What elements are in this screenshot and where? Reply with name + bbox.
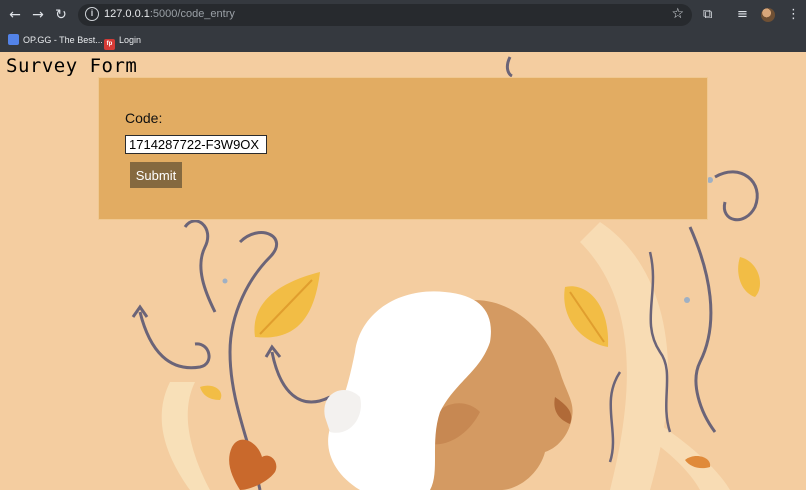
- bookmark-label: Login: [119, 35, 142, 45]
- media-queue-icon[interactable]: ≡: [737, 5, 748, 25]
- arrow-left-icon: ←: [9, 7, 21, 23]
- bookmarks-bar: OP.GG - The Best... fp Login: [0, 30, 806, 50]
- browser-chrome: ← → ↻ i 127.0.0.1:5000/code_entry ☆ ⧉ ≡ …: [0, 0, 806, 52]
- puzzle-icon[interactable]: ⧉: [703, 5, 712, 25]
- back-button[interactable]: ←: [5, 5, 25, 25]
- forward-button[interactable]: →: [28, 5, 48, 25]
- reload-button[interactable]: ↻: [51, 5, 71, 25]
- url-path: :5000/code_entry: [149, 8, 235, 20]
- address-bar[interactable]: i 127.0.0.1:5000/code_entry ☆: [78, 4, 692, 26]
- url-host: 127.0.0.1: [104, 8, 150, 20]
- code-entry-form: Code: Submit: [98, 77, 708, 220]
- page-viewport: Survey Form Code: Submit: [0, 52, 806, 490]
- code-input[interactable]: [125, 135, 267, 154]
- reload-icon: ↻: [55, 7, 67, 23]
- code-label: Code:: [125, 110, 163, 126]
- arrow-right-icon: →: [32, 7, 44, 23]
- page-title: Survey Form: [6, 55, 138, 77]
- opgg-favicon-icon: [8, 34, 19, 45]
- bookmark-label: OP.GG - The Best...: [23, 35, 103, 45]
- browser-toolbar: ← → ↻ i 127.0.0.1:5000/code_entry ☆ ⧉ ≡ …: [0, 0, 806, 30]
- kebab-menu-icon[interactable]: ⋮: [787, 5, 800, 25]
- bookmark-login[interactable]: fp Login: [104, 33, 142, 50]
- avatar[interactable]: [761, 8, 775, 22]
- bookmark-opgg[interactable]: OP.GG - The Best...: [8, 33, 103, 47]
- star-icon[interactable]: ☆: [671, 6, 684, 22]
- url-text[interactable]: 127.0.0.1:5000/code_entry: [104, 8, 235, 20]
- info-icon[interactable]: i: [85, 7, 99, 21]
- submit-button[interactable]: Submit: [130, 162, 182, 188]
- fp-favicon-icon: fp: [104, 39, 115, 50]
